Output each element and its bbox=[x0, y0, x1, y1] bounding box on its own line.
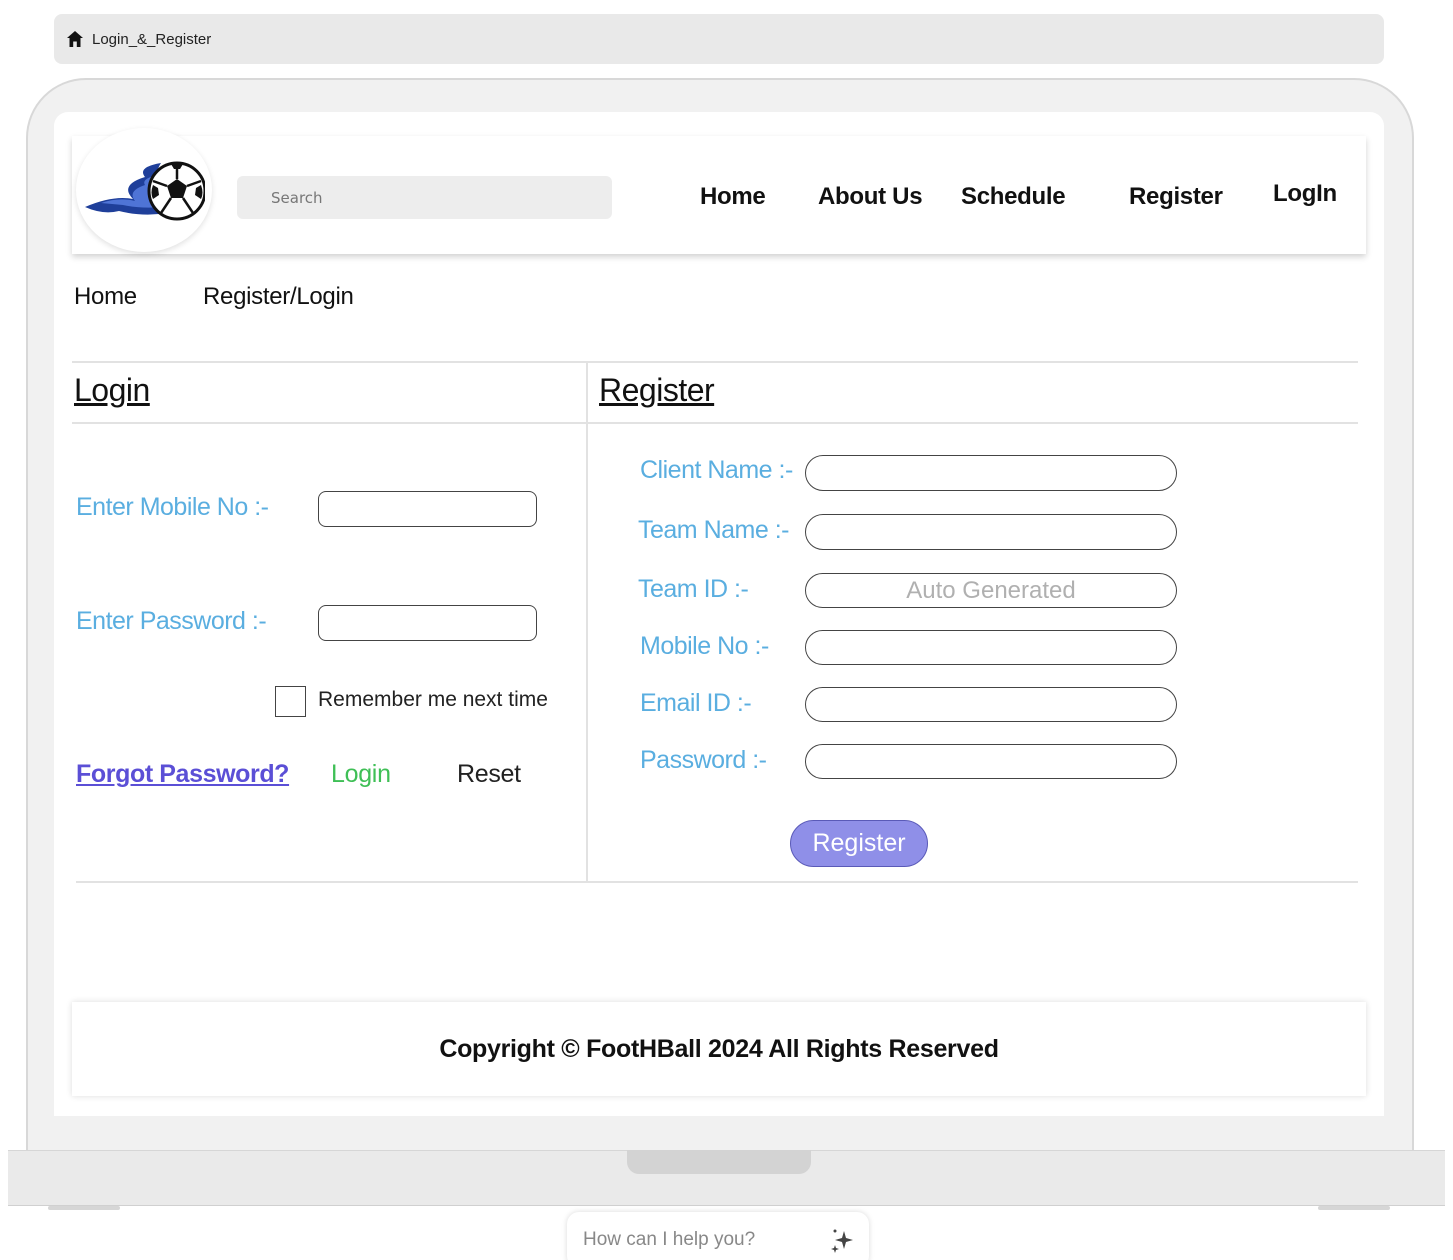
football-logo-icon[interactable] bbox=[76, 128, 212, 252]
register-title: Register bbox=[599, 372, 715, 408]
nav-schedule[interactable]: Schedule bbox=[961, 183, 1066, 211]
client-name-label: Client Name :- bbox=[640, 456, 793, 484]
breadcrumb-home[interactable]: Home bbox=[74, 283, 137, 311]
reset-button[interactable]: Reset bbox=[457, 760, 521, 789]
remember-label: Remember me next time bbox=[318, 688, 548, 711]
password-label: Enter Password :- bbox=[76, 607, 267, 635]
laptop-notch bbox=[627, 1150, 811, 1174]
mobile-no-label: Mobile No :- bbox=[640, 632, 769, 660]
register-submit-button[interactable]: Register bbox=[790, 820, 928, 867]
mobile-label: Enter Mobile No :- bbox=[76, 493, 269, 521]
team-name-label: Team Name :- bbox=[638, 516, 789, 544]
nav-login[interactable]: LogIn bbox=[1273, 180, 1337, 208]
nav-about-us[interactable]: About Us bbox=[818, 183, 923, 211]
section-top-divider bbox=[72, 361, 1358, 363]
nav-home[interactable]: Home bbox=[700, 183, 766, 211]
team-name-input[interactable] bbox=[805, 514, 1177, 550]
search-input[interactable] bbox=[237, 176, 612, 219]
site-header: Home About Us Schedule Register LogIn bbox=[72, 128, 1366, 254]
nav-register[interactable]: Register bbox=[1129, 183, 1223, 211]
remember-checkbox[interactable] bbox=[275, 686, 306, 717]
laptop-foot-right bbox=[1318, 1206, 1390, 1210]
window-title: Login_&_Register bbox=[92, 30, 212, 48]
team-id-label: Team ID :- bbox=[638, 575, 749, 603]
section-title-divider bbox=[72, 422, 1358, 424]
copyright-text: Copyright © FootHBall 2024 All Rights Re… bbox=[439, 1034, 999, 1063]
client-name-input[interactable] bbox=[805, 455, 1177, 491]
login-password-input[interactable] bbox=[318, 605, 537, 641]
chat-placeholder: How can I help you? bbox=[583, 1229, 756, 1250]
register-password-label: Password :- bbox=[640, 746, 767, 774]
team-id-input[interactable] bbox=[805, 573, 1177, 608]
email-id-input[interactable] bbox=[805, 687, 1177, 722]
section-vertical-divider bbox=[586, 361, 588, 882]
mobile-no-input[interactable] bbox=[805, 630, 1177, 665]
laptop-foot-left bbox=[48, 1206, 120, 1210]
chat-assistant-input[interactable]: How can I help you? bbox=[567, 1212, 869, 1260]
window-breadcrumb-bar: Login_&_Register bbox=[54, 14, 1384, 64]
forgot-password-link[interactable]: Forgot Password? bbox=[76, 760, 289, 789]
sparkle-icon[interactable] bbox=[829, 1227, 855, 1259]
register-password-input[interactable] bbox=[805, 744, 1177, 779]
login-button[interactable]: Login bbox=[331, 760, 391, 789]
breadcrumb-register-login[interactable]: Register/Login bbox=[203, 283, 354, 311]
section-bottom-divider bbox=[76, 881, 1358, 883]
site-footer: Copyright © FootHBall 2024 All Rights Re… bbox=[72, 1002, 1366, 1096]
login-title: Login bbox=[74, 372, 150, 408]
home-icon[interactable] bbox=[66, 30, 84, 48]
email-id-label: Email ID :- bbox=[640, 689, 752, 717]
login-mobile-input[interactable] bbox=[318, 491, 537, 527]
